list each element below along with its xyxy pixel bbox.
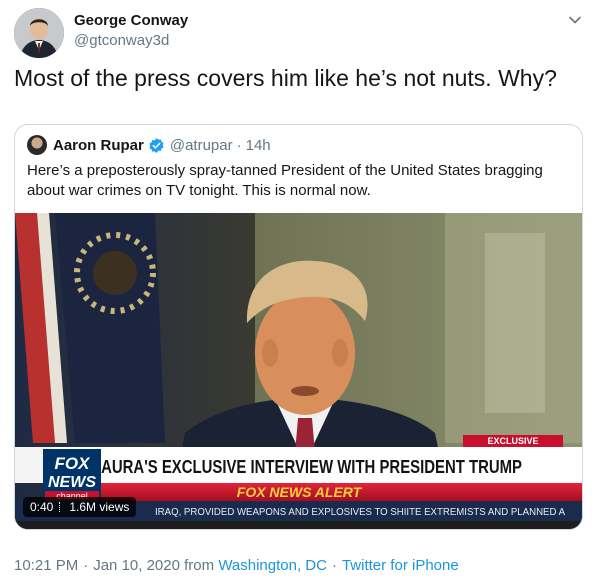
author-name[interactable]: George Conway xyxy=(74,12,188,29)
quoted-tweet-time: 14h xyxy=(245,136,271,154)
quoted-tweet-text: Here’s a preposterously spray-tanned Pre… xyxy=(27,162,543,199)
tweet-date[interactable]: Jan 10, 2020 xyxy=(93,557,180,574)
meta-dot: · xyxy=(331,557,337,574)
chevron-down-icon[interactable] xyxy=(567,12,583,28)
verified-badge-icon xyxy=(148,137,165,154)
author-avatar[interactable] xyxy=(14,8,64,58)
video-duration: 0:40 xyxy=(30,500,54,514)
fox-logo-top: FOX xyxy=(55,454,92,473)
chyron-tag: EXCLUSIVE xyxy=(487,436,538,446)
location-link[interactable]: Washington, DC xyxy=(218,557,327,574)
chyron-headline: LAURA'S EXCLUSIVE INTERVIEW WITH PRESIDE… xyxy=(92,457,522,477)
quoted-tweet[interactable]: Aaron Rupar @atrupar · 14h Here’s a prep… xyxy=(14,124,583,530)
video-player[interactable]: EXCLUSIVE LAURA'S EXCLUSIVE INTERVIEW WI… xyxy=(15,213,582,529)
quoted-author-name: Aaron Rupar xyxy=(53,136,144,154)
alert-banner: FOX NEWS ALERT xyxy=(237,484,363,500)
tweet-header: George Conway @gtconway3d xyxy=(14,8,587,58)
quoted-author-handle: @atrupar xyxy=(169,136,233,154)
from-label: from xyxy=(184,557,215,574)
author-handle[interactable]: @gtconway3d xyxy=(74,32,169,49)
video-stats-badge: 0:40 1.6M views xyxy=(23,497,137,517)
tweet-meta: 10:21 PM · Jan 10, 2020 from Washington, D… xyxy=(14,557,459,574)
tweet-time[interactable]: 10:21 PM xyxy=(14,557,78,574)
news-ticker: IRAQ, PROVIDED WEAPONS AND EXPLOSIVES TO… xyxy=(155,507,565,518)
tweet-text: Most of the press covers him like he’s n… xyxy=(14,65,557,91)
meta-dot: · xyxy=(83,557,89,574)
separator-dot: · xyxy=(236,136,242,154)
video-views: 1.6M views xyxy=(69,500,130,514)
fox-logo-mid: NEWS xyxy=(48,474,96,491)
badge-divider xyxy=(59,502,63,512)
quoted-author-avatar xyxy=(27,135,47,155)
tweet: George Conway @gtconway3d Most of the pr… xyxy=(0,0,601,586)
source-link[interactable]: Twitter for iPhone xyxy=(342,557,459,574)
quoted-tweet-header: Aaron Rupar @atrupar · 14h xyxy=(27,135,271,155)
